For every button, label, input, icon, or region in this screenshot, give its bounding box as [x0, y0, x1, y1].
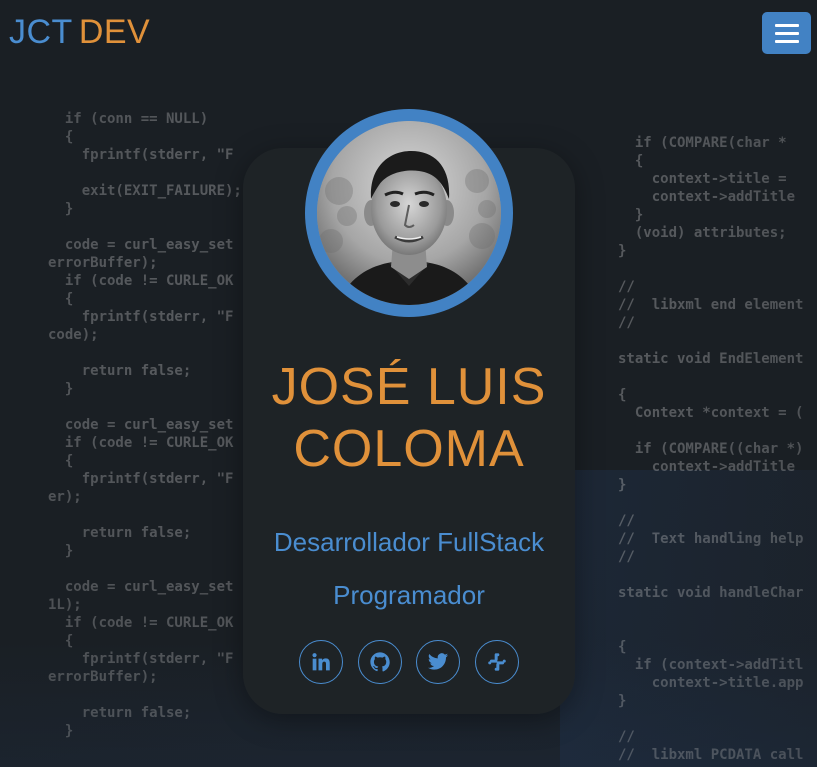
menu-toggle-button[interactable]: [762, 12, 811, 54]
twitter-icon: [428, 653, 449, 670]
profile-role-programmer: Programador: [333, 580, 485, 610]
background-code-right: if (COMPARE(char * { context->title = co…: [618, 135, 804, 763]
github-link[interactable]: [357, 640, 402, 684]
slack-icon: [488, 653, 506, 671]
github-icon: [370, 652, 390, 672]
social-links: [299, 640, 519, 686]
profile-name-line-1: JOSÉ LUIS: [271, 358, 547, 416]
profile-role-fullstack: Desarrollador FullStack: [273, 527, 545, 557]
slack-link[interactable]: [474, 640, 519, 684]
avatar: [317, 121, 501, 305]
hamburger-menu-icon-bar: [774, 31, 799, 35]
brand-part-1: JCT: [9, 13, 73, 51]
hamburger-menu-icon: [774, 23, 799, 27]
linkedin-icon: [312, 653, 330, 671]
avatar-ring: [305, 109, 513, 317]
avatar-photo: [317, 121, 501, 305]
profile-name-line-2: COLOMA: [293, 420, 525, 478]
hamburger-menu-icon-bar: [774, 39, 799, 43]
twitter-link[interactable]: [416, 640, 461, 684]
site-header: JCT DEV: [0, 0, 817, 66]
brand-logo[interactable]: JCT DEV: [9, 10, 150, 54]
brand-part-2: DEV: [78, 13, 151, 51]
linkedin-link[interactable]: [299, 640, 343, 684]
background-code-left: if (conn == NULL) { fprintf(stderr, "F e…: [48, 111, 242, 739]
profile-name: JOSÉ LUIS COLOMA: [243, 356, 575, 480]
